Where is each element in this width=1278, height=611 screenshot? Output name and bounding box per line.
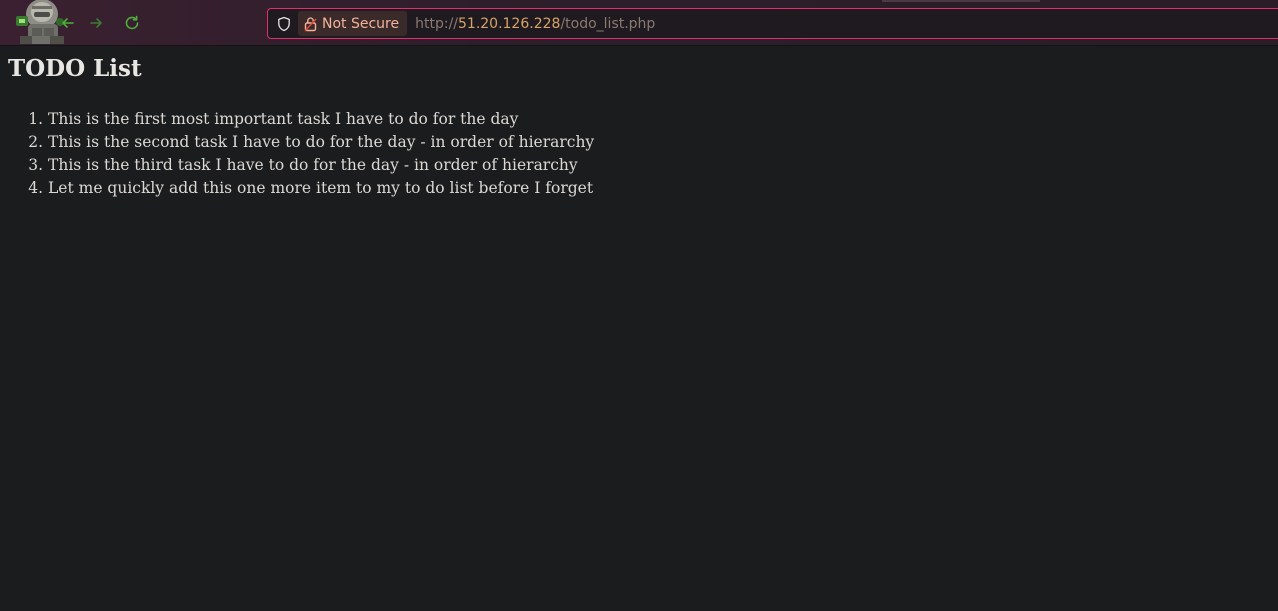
url-host: 51.20.126.228 bbox=[458, 15, 561, 32]
back-arrow-icon[interactable] bbox=[57, 12, 79, 34]
security-label: Not Secure bbox=[322, 15, 400, 32]
todo-item: This is the third task I have to do for … bbox=[48, 154, 1248, 177]
url-path: /todo_list.php bbox=[560, 15, 656, 32]
forward-arrow-icon[interactable] bbox=[85, 12, 107, 34]
reload-icon[interactable] bbox=[121, 12, 143, 34]
tab-strip-edge bbox=[882, 0, 1040, 2]
todo-item: Let me quickly add this one more item to… bbox=[48, 177, 1248, 200]
todo-list: This is the first most important task I … bbox=[8, 108, 1248, 200]
address-bar[interactable]: Not Secure http://51.20.126.228/todo_lis… bbox=[267, 8, 1278, 39]
browser-toolbar: Not Secure http://51.20.126.228/todo_lis… bbox=[0, 0, 1278, 46]
security-indicator[interactable]: Not Secure bbox=[298, 11, 408, 36]
page-content: TODO List This is the first most importa… bbox=[0, 46, 1278, 611]
todo-item: This is the first most important task I … bbox=[48, 108, 1248, 131]
url-text[interactable]: http://51.20.126.228/todo_list.php bbox=[415, 16, 655, 32]
shield-icon[interactable] bbox=[270, 9, 298, 38]
url-scheme: http:// bbox=[415, 15, 458, 32]
todo-item: This is the second task I have to do for… bbox=[48, 131, 1248, 154]
lock-icon bbox=[304, 16, 317, 32]
page-title: TODO List bbox=[8, 55, 142, 82]
